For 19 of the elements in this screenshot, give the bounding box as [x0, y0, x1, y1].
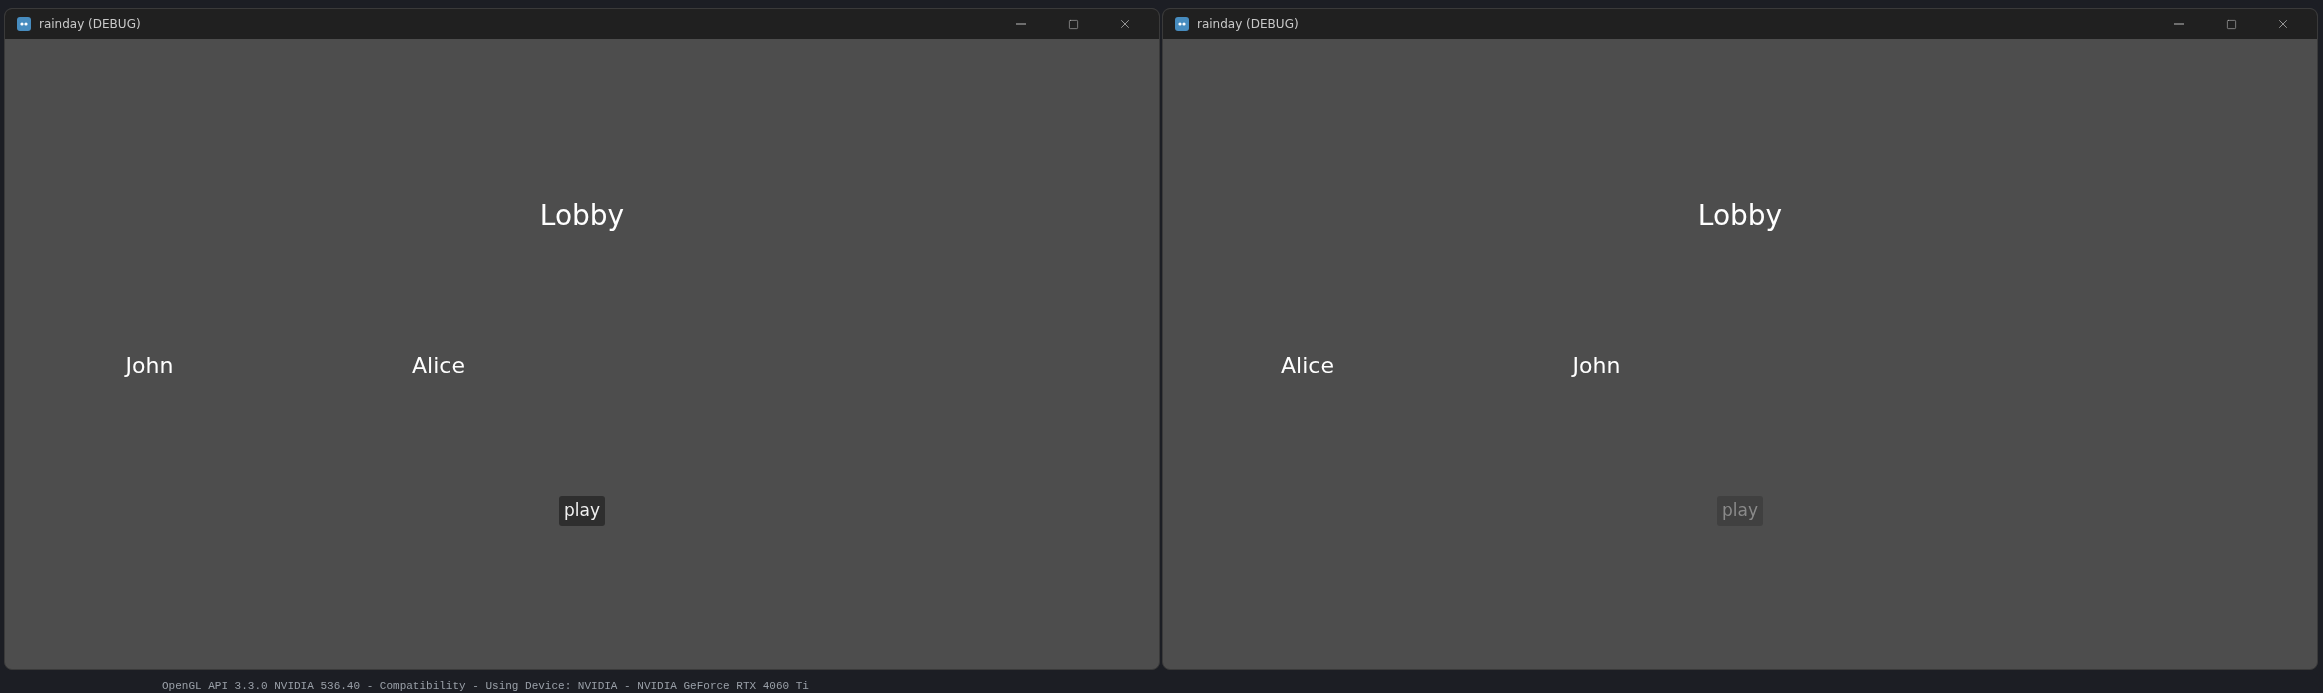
player-name: John: [125, 352, 174, 380]
lobby-heading: Lobby: [539, 198, 625, 234]
window-title: rainday (DEBUG): [39, 16, 141, 33]
player-name: Alice: [1281, 352, 1334, 380]
player-name: Alice: [412, 352, 465, 380]
close-icon: [1118, 17, 1132, 31]
minimize-icon: [2174, 23, 2184, 25]
player-name: John: [1572, 352, 1621, 380]
close-icon: [2276, 17, 2290, 31]
maximize-icon: [2225, 18, 2237, 30]
minimize-icon: [1016, 23, 1026, 25]
play-button[interactable]: play: [559, 496, 605, 526]
app-icon: [1175, 17, 1189, 31]
console-output: OpenGL API 3.3.0 NVIDIA 536.40 - Compatibility - Using Device: NVIDIA - NVIDIA GeForce RTX 4060 Ti: [162, 680, 809, 692]
window-title: rainday (DEBUG): [1197, 16, 1299, 33]
lobby-heading: Lobby: [1697, 198, 1783, 234]
play-button: play: [1717, 496, 1763, 526]
app-icon: [17, 17, 31, 31]
maximize-icon: [1067, 18, 1079, 30]
